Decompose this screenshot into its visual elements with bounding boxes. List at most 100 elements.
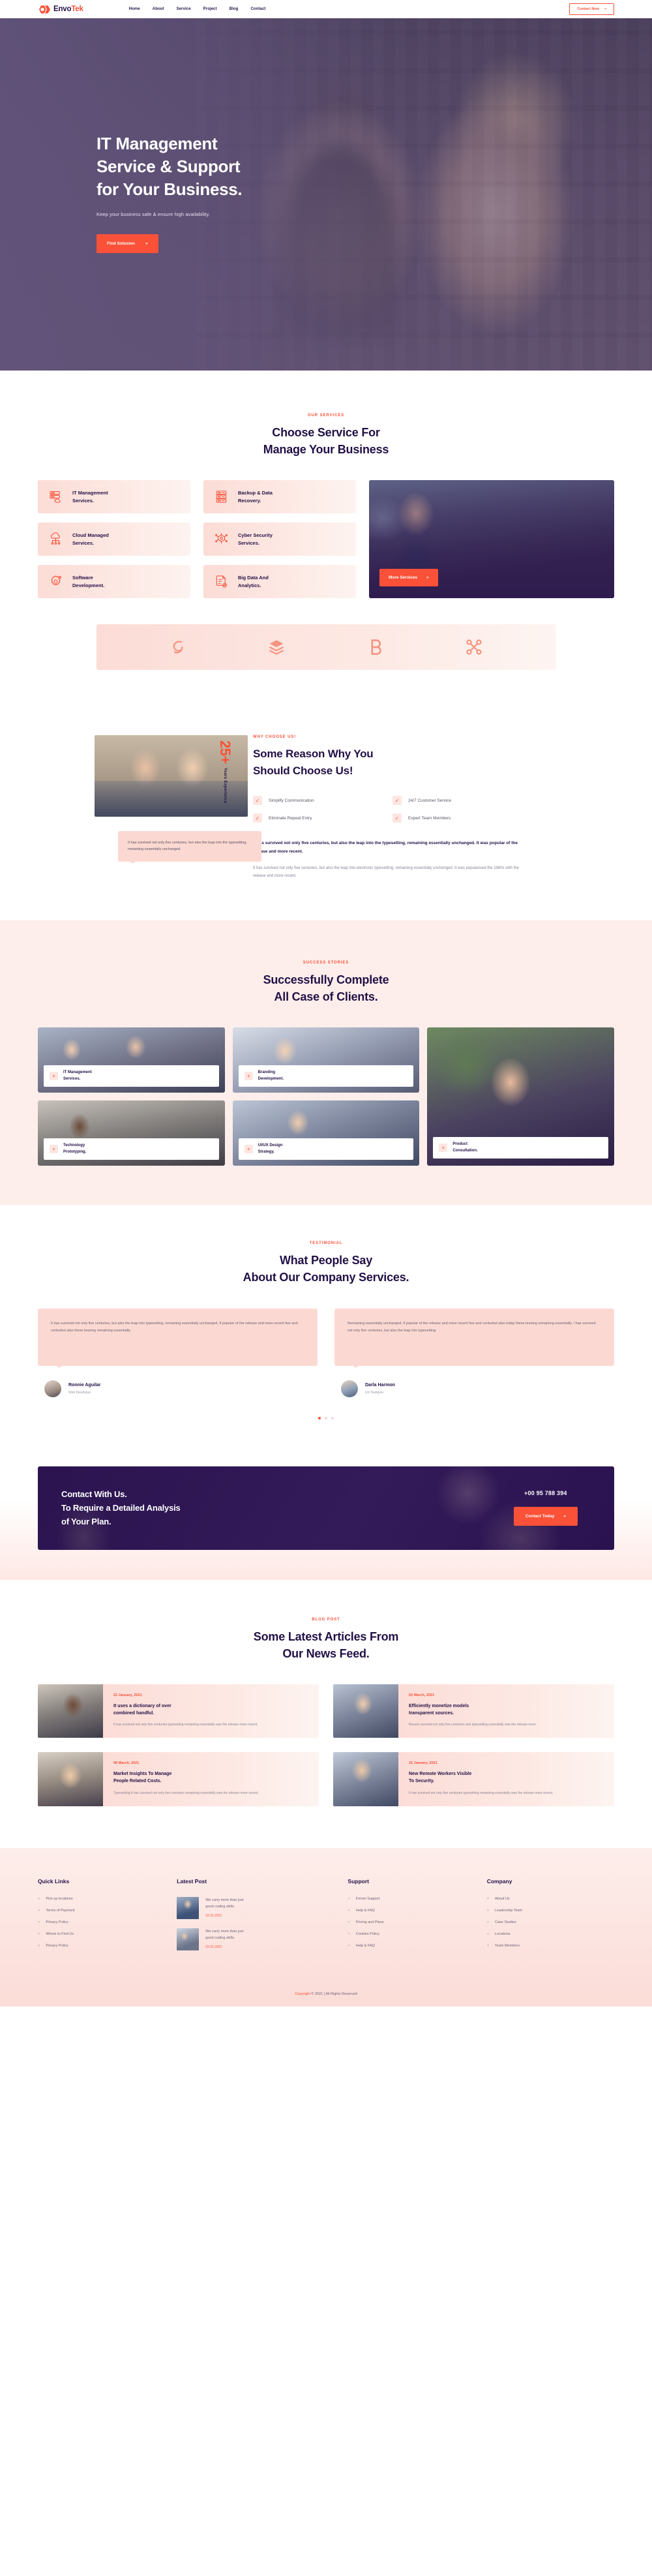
case-label-line2: Strategy. bbox=[258, 1149, 274, 1154]
chevron-right-icon: » bbox=[348, 1943, 350, 1948]
why-choose-section: 25+ Years Experience It has survived not… bbox=[0, 696, 652, 921]
footer-link-label: Case Studies bbox=[495, 1920, 516, 1924]
hero-content: IT Management Service & Support for Your… bbox=[0, 18, 652, 254]
services-title-line2: Manage Your Business bbox=[263, 443, 389, 457]
layers-brand-icon bbox=[269, 640, 284, 655]
blog-post-body: 02 March, 2021 Efficiently monetize mode… bbox=[398, 1684, 614, 1738]
service-label-line1: Software bbox=[72, 575, 93, 581]
case-label-line2: Prototyping. bbox=[63, 1149, 87, 1154]
blog-post-card[interactable]: 08 March, 2021 Market Insights To Manage… bbox=[38, 1752, 319, 1806]
footer-link[interactable]: » Where to Find Us bbox=[38, 1932, 165, 1936]
service-card-label: Backup & Data Recovery. bbox=[238, 489, 273, 504]
blog-post-card[interactable]: 15 January, 2021 New Remote Workers Visi… bbox=[333, 1752, 614, 1806]
envotek-logo-icon bbox=[39, 5, 50, 13]
footer-link[interactable]: » Help & FAQ bbox=[348, 1944, 475, 1948]
footer-link[interactable]: » Team Members bbox=[487, 1944, 614, 1948]
footer-link[interactable]: » Cookies Policy bbox=[348, 1932, 475, 1936]
footer-link[interactable]: » Pricing and Plans bbox=[348, 1920, 475, 1924]
experience-badge: 25+ Years Experience bbox=[216, 740, 233, 803]
chevron-right-icon: » bbox=[604, 7, 606, 11]
footer-link[interactable]: » Forum Support bbox=[348, 1897, 475, 1901]
service-card-software-development[interactable]: Software Development. bbox=[38, 565, 190, 599]
contact-today-button[interactable]: Contact Today » bbox=[513, 1507, 578, 1526]
footer-latest-post-item[interactable]: We carry more than just good coding skil… bbox=[177, 1896, 336, 1919]
chevron-right-icon: » bbox=[486, 1943, 490, 1948]
feature-item: ✓ 24/7 Customer Service bbox=[393, 796, 522, 806]
case-card-branding[interactable]: + Branding Development. bbox=[232, 1027, 420, 1093]
carousel-dot-2[interactable] bbox=[325, 1416, 327, 1419]
success-title: Successfully Complete All Case of Client… bbox=[0, 971, 652, 1005]
service-card-big-data-analytics[interactable]: Big Data And Analytics. bbox=[203, 565, 356, 599]
nav-item-project[interactable]: Project bbox=[203, 7, 217, 11]
footer-latest-post-item[interactable]: We carry more than just good coding skil… bbox=[177, 1928, 336, 1950]
contact-now-button[interactable]: Contact Now » bbox=[569, 3, 614, 15]
service-label-line1: Backup & Data bbox=[238, 490, 273, 496]
services-section: OUR SERVICES Choose Service For Manage Y… bbox=[0, 371, 652, 697]
plus-icon: + bbox=[50, 1072, 58, 1081]
blog-grid: 22 January, 2021 It uses a dictionary of… bbox=[38, 1684, 614, 1806]
plus-icon: + bbox=[439, 1144, 448, 1153]
service-label-line1: Big Data And bbox=[238, 575, 269, 581]
service-card-cloud-managed[interactable]: Cloud Managed Services. bbox=[38, 523, 190, 556]
footer-link[interactable]: » Pick up locations bbox=[38, 1897, 165, 1901]
nav-item-contact[interactable]: Contact bbox=[250, 7, 265, 11]
hero-subtitle: Keep your business safe & ensure high av… bbox=[96, 211, 210, 218]
b-letter-brand-icon bbox=[371, 639, 381, 655]
hero-section: IT Management Service & Support for Your… bbox=[0, 18, 652, 371]
testimonial-bubble: Remaining essentially unchanged. It popu… bbox=[334, 1308, 614, 1368]
footer-column-quick-links: Quick Links » Pick up locations » Terms of… bbox=[38, 1878, 165, 1960]
testimonials-section: TESTIMONIAL What People Say About Our Co… bbox=[0, 1205, 652, 1442]
carousel-dot-1[interactable] bbox=[318, 1416, 321, 1419]
cta-heading: Contact With Us. To Require a Detailed A… bbox=[61, 1487, 181, 1528]
case-card-it-management[interactable]: + IT Management Services. bbox=[38, 1027, 225, 1093]
footer-link[interactable]: » Privacy Policy bbox=[38, 1920, 165, 1924]
case-card-product-consultation[interactable]: + Product Consultation. bbox=[427, 1027, 614, 1166]
service-card-backup-recovery[interactable]: Backup & Data Recovery. bbox=[203, 480, 356, 514]
logo[interactable]: EnvoTek bbox=[38, 5, 83, 14]
site-footer: Quick Links » Pick up locations » Terms of… bbox=[0, 1847, 652, 2007]
check-icon: ✓ bbox=[393, 796, 402, 806]
footer-column-title: Latest Post bbox=[177, 1877, 207, 1885]
carousel-dot-3[interactable] bbox=[331, 1416, 334, 1419]
case-label-line2: Consultation. bbox=[452, 1148, 478, 1153]
testimonial-person: Ronnie Aguilar Web Developer bbox=[44, 1380, 318, 1397]
footer-link[interactable]: » Leadership Team bbox=[487, 1909, 614, 1913]
chevron-right-icon: » bbox=[486, 1920, 490, 1924]
footer-post-date: 22.01.2021 bbox=[205, 1945, 222, 1949]
nav-item-service[interactable]: Service bbox=[177, 7, 191, 11]
feature-label: 24/7 Customer Service bbox=[408, 798, 452, 803]
footer-post-text-line1: We carry more than just bbox=[205, 1898, 244, 1902]
more-services-label: More Services bbox=[389, 575, 418, 581]
footer-link[interactable]: » Case Studies bbox=[487, 1920, 614, 1924]
blog-post-card[interactable]: 02 March, 2021 Efficiently monetize mode… bbox=[333, 1684, 614, 1738]
footer-columns: Quick Links » Pick up locations » Terms of… bbox=[38, 1878, 614, 1960]
services-grid: IT Management Services. Backup & Data Re… bbox=[0, 480, 652, 599]
more-services-button[interactable]: More Services » bbox=[379, 569, 438, 587]
testimonial-card: It has survived not only five centuries,… bbox=[38, 1308, 318, 1397]
why-feature-list: ✓ Simplify Communication ✓ 24/7 Customer… bbox=[253, 796, 522, 823]
nav-item-blog[interactable]: Blog bbox=[230, 7, 239, 11]
blog-post-title: It uses a dictionary of over combined ha… bbox=[113, 1703, 308, 1718]
blog-post-title: Market Insights To Manage People Related… bbox=[113, 1770, 308, 1785]
footer-link[interactable]: » Privacy Policy bbox=[38, 1944, 165, 1948]
service-label-line2: Analytics. bbox=[238, 582, 261, 588]
plus-icon: + bbox=[244, 1072, 253, 1081]
footer-link[interactable]: » About Us bbox=[487, 1897, 614, 1901]
blog-post-card[interactable]: 22 January, 2021 It uses a dictionary of… bbox=[38, 1684, 319, 1738]
case-card-technology-prototyping[interactable]: + Technology Prototyping. bbox=[38, 1100, 225, 1166]
case-card-uiux-design[interactable]: + UI/UX Design Strategy. bbox=[232, 1100, 420, 1166]
testimonial-card: Remaining essentially unchanged. It popu… bbox=[334, 1308, 614, 1397]
footer-link[interactable]: » Locations bbox=[487, 1932, 614, 1936]
testimonial-role: Web Developer bbox=[68, 1390, 91, 1395]
find-solution-button[interactable]: Find Solusion » bbox=[96, 234, 158, 254]
service-card-it-management[interactable]: IT Management Services. bbox=[38, 480, 190, 514]
success-stories-section: SUCCESS STORIES Successfully Complete Al… bbox=[0, 920, 652, 1205]
logo-text-dark: Envo bbox=[53, 5, 72, 13]
cta-phone-number[interactable]: +00 95 788 394 bbox=[514, 1490, 578, 1496]
footer-link[interactable]: » Terms of Payment bbox=[38, 1909, 165, 1913]
nav-item-home[interactable]: Home bbox=[129, 7, 140, 11]
chevron-right-icon: » bbox=[348, 1920, 350, 1924]
nav-item-about[interactable]: About bbox=[153, 7, 164, 11]
service-card-cyber-security[interactable]: Cyber Security Services. bbox=[203, 523, 356, 556]
footer-link[interactable]: » Help & FAQ bbox=[348, 1909, 475, 1913]
